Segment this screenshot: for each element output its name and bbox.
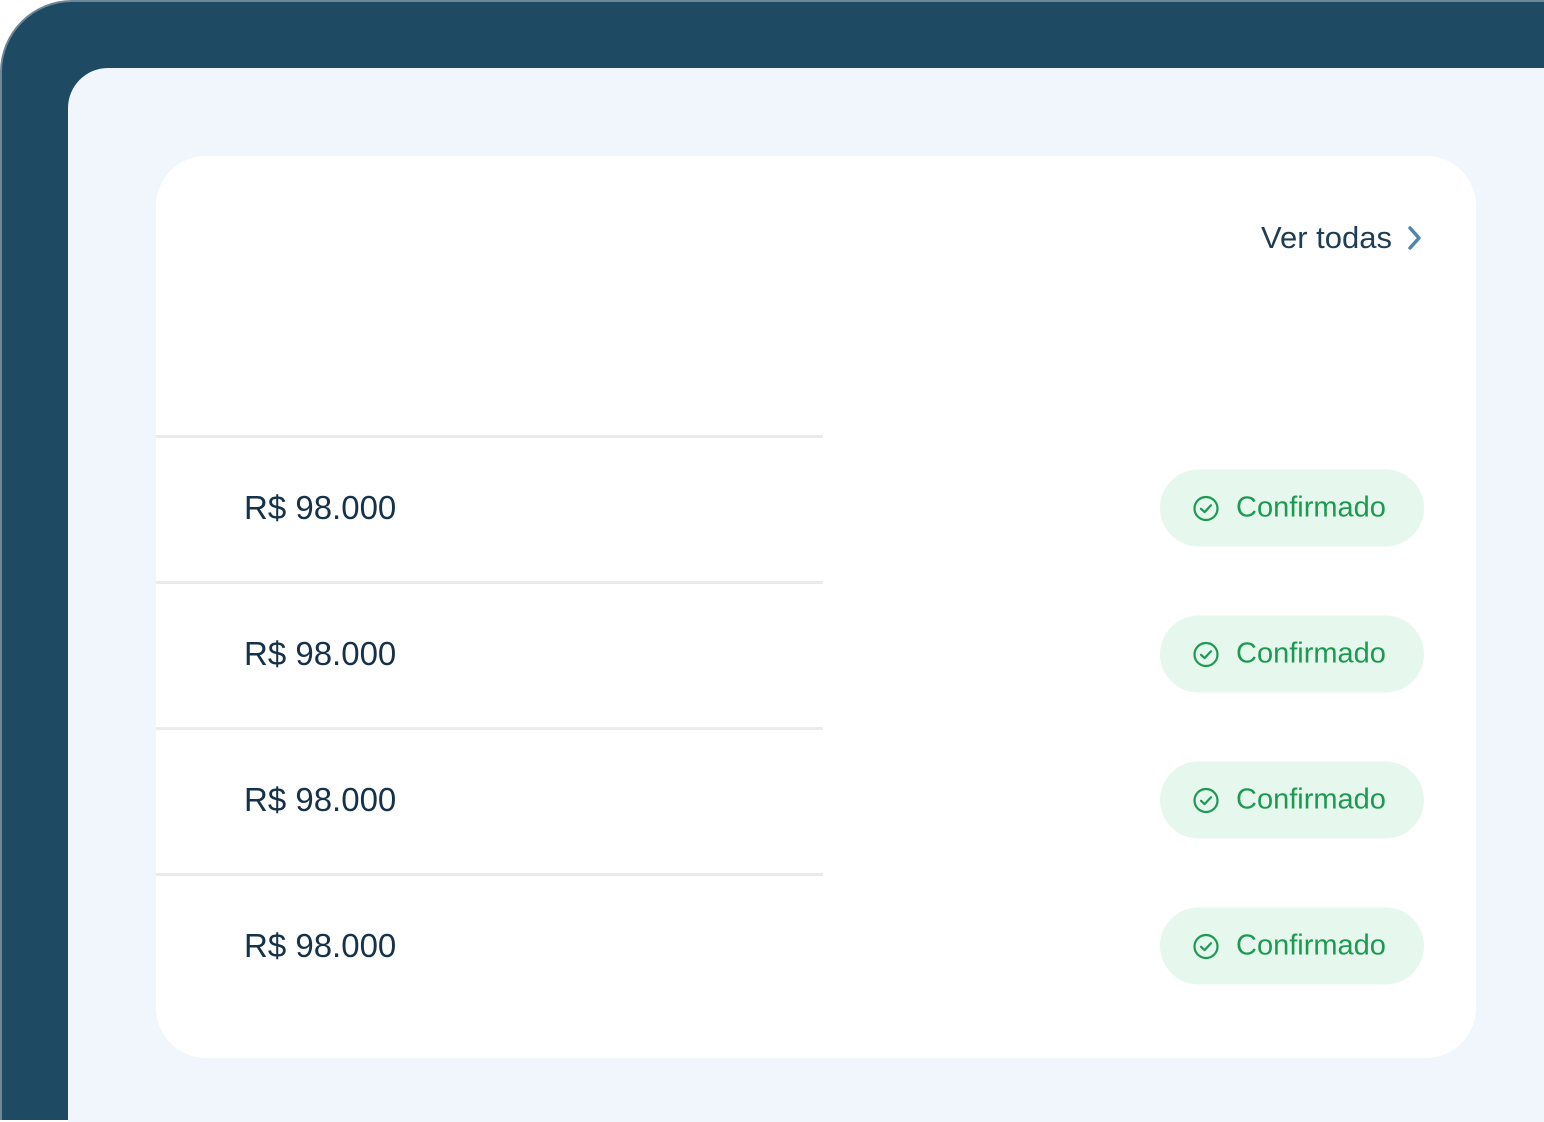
status-badge: Confirmado <box>1160 469 1424 547</box>
list-item: R$ 98.000 Confirmado <box>156 435 1476 581</box>
list-item: R$ 98.000 Confirmado <box>156 873 1476 1019</box>
status-badge: Confirmado <box>1160 907 1424 985</box>
status-label: Confirmado <box>1236 491 1386 524</box>
view-all-label: Ver todas <box>1261 220 1392 255</box>
row-divider <box>156 727 823 730</box>
amount-value: R$ 98.000 <box>244 781 397 818</box>
chevron-right-icon <box>1406 225 1424 251</box>
status-label: Confirmado <box>1236 637 1386 670</box>
amount-value: R$ 98.000 <box>244 489 397 526</box>
list-item: R$ 98.000 Confirmado <box>156 727 1476 873</box>
transactions-card: Ver todas R$ 98.000 Confirmado R$ 98.000… <box>156 156 1476 1058</box>
list-item: R$ 98.000 Confirmado <box>156 581 1476 727</box>
screen: Ver todas R$ 98.000 Confirmado R$ 98.000… <box>68 68 1544 1122</box>
status-badge: Confirmado <box>1160 761 1424 839</box>
amount-value: R$ 98.000 <box>244 635 397 672</box>
row-divider <box>156 581 823 584</box>
status-label: Confirmado <box>1236 929 1386 962</box>
device-frame: Ver todas R$ 98.000 Confirmado R$ 98.000… <box>0 0 1544 1122</box>
row-divider <box>156 873 823 876</box>
amount-value: R$ 98.000 <box>244 927 397 964</box>
status-label: Confirmado <box>1236 783 1386 816</box>
status-badge: Confirmado <box>1160 615 1424 693</box>
row-divider <box>156 435 823 438</box>
check-circle-icon <box>1192 932 1220 960</box>
check-circle-icon <box>1192 494 1220 522</box>
check-circle-icon <box>1192 786 1220 814</box>
view-all-link[interactable]: Ver todas <box>1261 218 1424 258</box>
check-circle-icon <box>1192 640 1220 668</box>
